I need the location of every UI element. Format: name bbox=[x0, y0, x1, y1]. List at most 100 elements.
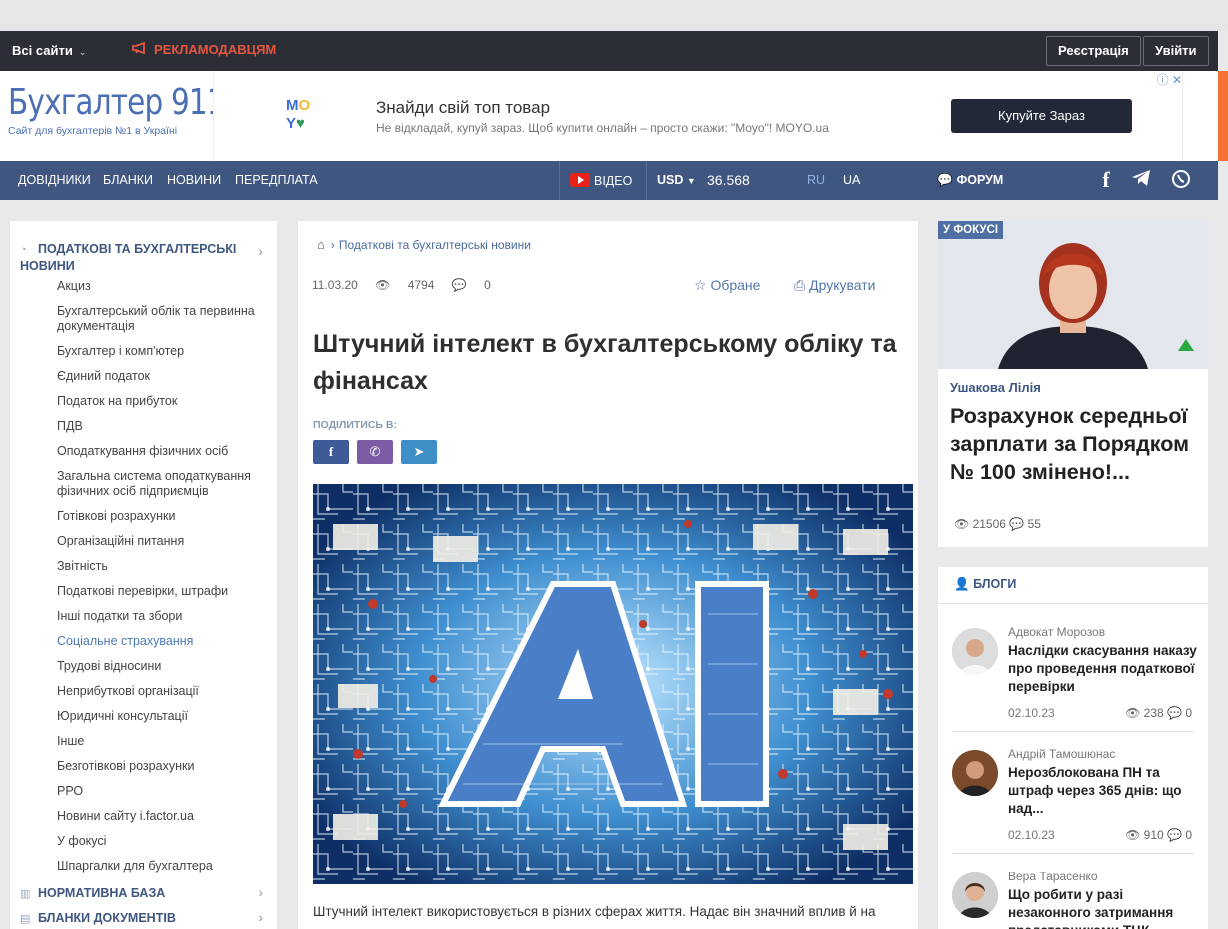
blog-title[interactable]: Нерозблокована ПН та штраф через 365 дні… bbox=[1008, 764, 1198, 818]
avatar bbox=[952, 872, 998, 918]
divider bbox=[938, 603, 1208, 604]
favorite-label: Обране bbox=[710, 277, 761, 293]
sidebar-item-inspections[interactable]: Податкові перевірки, штрафи bbox=[57, 584, 272, 599]
left-sidebar: ◔ ПОДАТКОВІ ТА БУХГАЛТЕРСЬКІ НОВИНИ › Акц… bbox=[10, 221, 277, 929]
top-bar: Всі сайти ⌄ РЕКЛАМОДАВЦЯМ Реєстрація Увій… bbox=[0, 31, 1218, 71]
article-date: 11.03.20 bbox=[312, 278, 358, 292]
sidebar-item-excise[interactable]: Акциз bbox=[57, 279, 272, 294]
blog-comments: 0 bbox=[1185, 706, 1192, 720]
favorite-button[interactable]: ☆ Обране bbox=[694, 277, 760, 294]
share-label: ПОДІЛИТИСЬ В: bbox=[313, 419, 397, 431]
sidebar-item-social-insurance[interactable]: Соціальне страхування bbox=[57, 634, 272, 649]
moyo-letter-y: Y bbox=[286, 115, 297, 132]
blog-title[interactable]: Наслідки скасування наказу про проведенн… bbox=[1008, 642, 1198, 696]
sidebar-item-other-taxes[interactable]: Інші податки та збори bbox=[57, 609, 272, 624]
eye-icon: 👁 bbox=[375, 278, 391, 292]
share-viber-button[interactable]: ✆ bbox=[357, 440, 393, 464]
currency-select[interactable]: USD ▼ bbox=[657, 173, 696, 187]
ad-choices-icon[interactable]: ⓘ ✕ bbox=[1157, 71, 1182, 88]
blog-stats: 👁 910 💬 0 bbox=[1125, 828, 1192, 842]
heart-icon: ♥ bbox=[296, 115, 305, 132]
article-meta: 11.03.20 👁 4794 💬 0 bbox=[312, 278, 519, 292]
blog-views: 910 bbox=[1143, 828, 1164, 842]
sidebar-item-reporting[interactable]: Звітність bbox=[57, 559, 272, 574]
blogs-heading: 👤 БЛОГИ bbox=[954, 577, 1016, 592]
nav-divider bbox=[559, 161, 560, 200]
blog-date: 02.10.23 bbox=[1008, 828, 1055, 842]
blog-post[interactable]: Вера Тарасенко Що робити у разі незаконн… bbox=[938, 872, 1208, 929]
sidebar-item-non-profit[interactable]: Неприбуткові організації bbox=[57, 684, 272, 699]
login-button[interactable]: Увійти bbox=[1143, 36, 1209, 66]
blog-post[interactable]: Адвокат Морозов Наслідки скасування нака… bbox=[938, 625, 1208, 748]
sidebar-item-general-system[interactable]: Загальна система оподаткування фізичних … bbox=[57, 469, 272, 499]
blogs-panel: 👤 БЛОГИ Адвокат Морозов Наслідки скасува… bbox=[938, 567, 1208, 929]
print-label: Друкувати bbox=[809, 277, 876, 293]
sidebar-item-organizational[interactable]: Організаційні питання bbox=[57, 534, 272, 549]
lang-ua-link[interactable]: UA bbox=[843, 173, 860, 187]
telegram-icon[interactable] bbox=[1130, 169, 1152, 191]
ad-cta-button[interactable]: Купуйте Зараз bbox=[951, 99, 1132, 133]
divider bbox=[952, 731, 1194, 732]
nav-item-subscription[interactable]: ПЕРЕДПЛАТА bbox=[235, 173, 318, 187]
sidebar-item-vat[interactable]: ПДВ bbox=[57, 419, 272, 434]
blog-post[interactable]: Андрій Тамошюнас Нерозблокована ПН та шт… bbox=[938, 747, 1208, 870]
home-icon[interactable]: ⌂ bbox=[317, 237, 325, 252]
sidebar-item-cheatsheets[interactable]: Шпаргалки для бухгалтера bbox=[57, 859, 272, 874]
telegram-icon: ➤ bbox=[413, 444, 425, 459]
sidebar-item-computer[interactable]: Бухгалтер і комп'ютер bbox=[57, 344, 272, 359]
facebook-icon[interactable]: f bbox=[1095, 169, 1117, 191]
sidebar-item-personal-tax[interactable]: Оподаткування фізичних осіб bbox=[57, 444, 272, 459]
blog-title[interactable]: Що робити у разі незаконного затримання … bbox=[1008, 886, 1198, 929]
ad-banner[interactable]: MO Y♥ Знайди свій топ товар Не відкладай… bbox=[213, 71, 1183, 161]
megaphone-icon bbox=[132, 41, 148, 57]
advertisers-link[interactable]: РЕКЛАМОДАВЦЯМ bbox=[132, 41, 277, 57]
sidebar-item-in-focus[interactable]: У фокусі bbox=[57, 834, 272, 849]
header-band: Бухгалтер 911 Сайт для бухгалтерів №1 в … bbox=[0, 71, 1218, 161]
article-comments-count: 0 bbox=[484, 278, 491, 292]
chevron-down-icon: ⌄ bbox=[78, 47, 87, 57]
sidebar-item-legal[interactable]: Юридичні консультації bbox=[57, 709, 272, 724]
focus-author[interactable]: Ушакова Лілія bbox=[950, 380, 1041, 395]
sidebar-item-single-tax[interactable]: Єдиний податок bbox=[57, 369, 272, 384]
document-icon: ▤ bbox=[20, 913, 31, 925]
circuit-ai-illustration bbox=[313, 484, 913, 884]
nav-item-news[interactable]: НОВИНИ bbox=[167, 173, 221, 187]
forum-link[interactable]: 💬 ФОРУМ bbox=[937, 173, 1003, 188]
sidebar-item-rro[interactable]: РРО bbox=[57, 784, 272, 799]
sidebar-item-other[interactable]: Інше bbox=[57, 734, 272, 749]
focus-comments: 55 bbox=[1027, 517, 1041, 531]
sidebar-item-site-news[interactable]: Новини сайту i.factor.ua bbox=[57, 809, 272, 824]
sidebar-heading-news[interactable]: ◔ ПОДАТКОВІ ТА БУХГАЛТЕРСЬКІ НОВИНИ bbox=[20, 241, 240, 274]
print-button[interactable]: ⎙ Друкувати bbox=[794, 277, 875, 294]
comment-icon: 💬 bbox=[451, 278, 467, 292]
nav-video-link[interactable]: ВІДЕО bbox=[570, 173, 632, 188]
sidebar-item-cash[interactable]: Готівкові розрахунки bbox=[57, 509, 272, 524]
nav-item-forms[interactable]: БЛАНКИ bbox=[103, 173, 153, 187]
lang-ru-link[interactable]: RU bbox=[807, 173, 825, 187]
sidebar-item-accounting[interactable]: Бухгалтерський облік та первинна докумен… bbox=[57, 304, 272, 334]
sidebar-item-profit-tax[interactable]: Податок на прибуток bbox=[57, 394, 272, 409]
ad-subline: Не відкладай, купуй зараз. Щоб купити он… bbox=[376, 121, 829, 135]
blog-author: Адвокат Морозов bbox=[1008, 625, 1106, 639]
register-button[interactable]: Реєстрація bbox=[1046, 36, 1141, 66]
blog-stats: 👁 238 💬 0 bbox=[1125, 706, 1192, 720]
blog-views: 238 bbox=[1143, 706, 1164, 720]
viber-icon[interactable] bbox=[1170, 169, 1192, 191]
focus-title[interactable]: Розрахунок середньої зарплати за Порядко… bbox=[950, 402, 1200, 486]
article: ⌂ › Податкові та бухгалтерські новини 11.0… bbox=[298, 221, 918, 929]
in-focus-card[interactable]: У ФОКУСІ Ушакова Лілія Розрахунок середн… bbox=[938, 221, 1208, 547]
sidebar-item-cashless[interactable]: Безготівкові розрахунки bbox=[57, 759, 272, 774]
sidebar-item-labor[interactable]: Трудові відносини bbox=[57, 659, 272, 674]
comment-icon: 💬 bbox=[1167, 706, 1182, 720]
breadcrumb-category-link[interactable]: Податкові та бухгалтерські новини bbox=[339, 238, 531, 252]
sidebar-heading-normative[interactable]: ▥ НОРМАТИВНА БАЗА bbox=[20, 886, 165, 900]
share-facebook-button[interactable]: f bbox=[313, 440, 349, 464]
advertisers-label: РЕКЛАМОДАВЦЯМ bbox=[154, 42, 277, 57]
share-telegram-button[interactable]: ➤ bbox=[401, 440, 437, 464]
moyo-letter-m: M bbox=[286, 97, 299, 114]
browser-strip bbox=[0, 0, 1228, 31]
all-sites-dropdown[interactable]: Всі сайти ⌄ bbox=[12, 43, 86, 58]
nav-item-directories[interactable]: ДОВІДНИКИ bbox=[18, 173, 91, 187]
sidebar-heading-forms[interactable]: ▤ БЛАНКИ ДОКУМЕНТІВ bbox=[20, 911, 176, 925]
article-hero-image bbox=[313, 484, 913, 884]
